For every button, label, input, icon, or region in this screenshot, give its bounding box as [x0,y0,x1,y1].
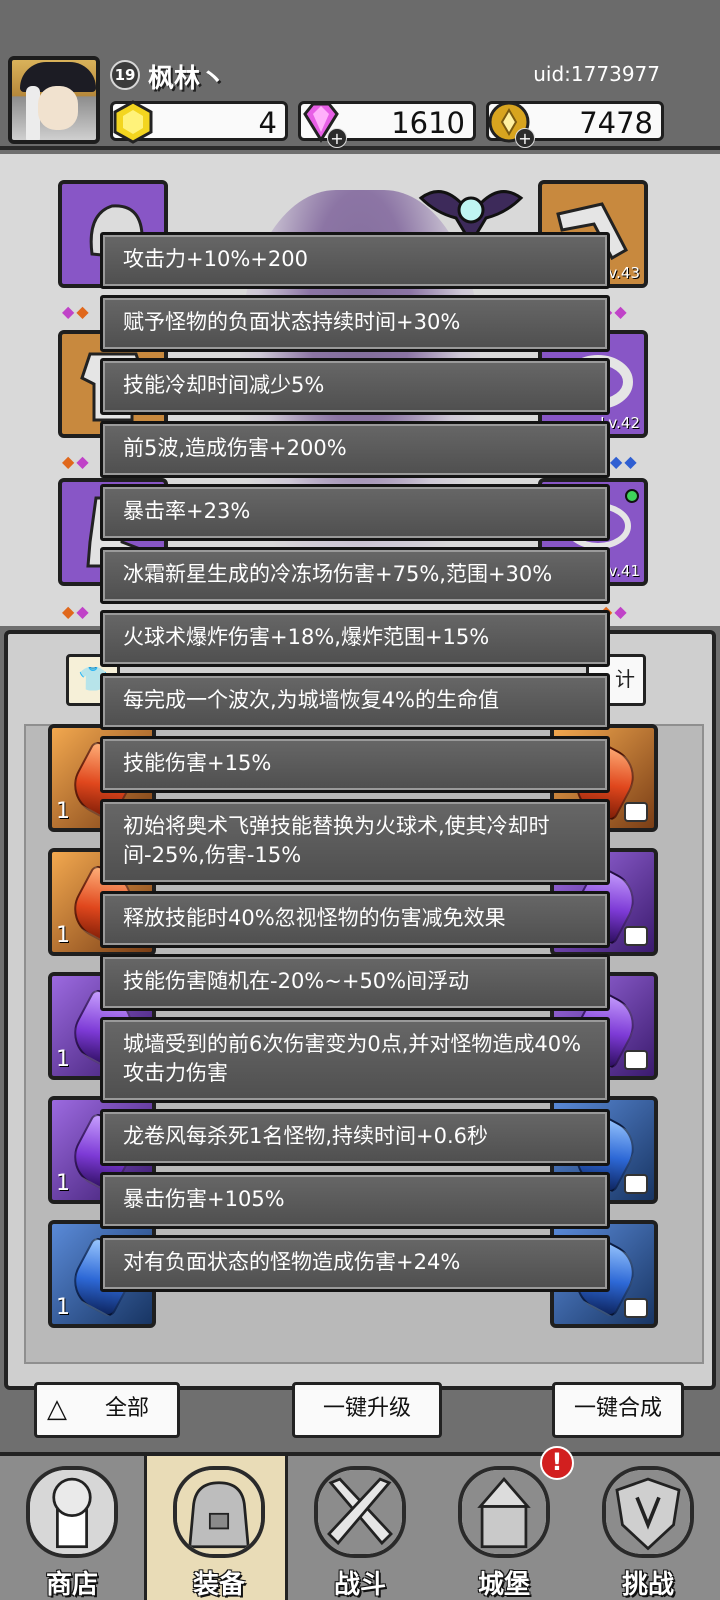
challenge-shield-icon [602,1466,694,1558]
gold-gem-value: 4 [258,106,277,140]
gem-sockets: ◆◆ [62,452,91,471]
nav-battle-label: 战斗 [333,1570,386,1600]
item-count: 1 [56,1171,70,1196]
currency-coin: + 7478 [486,101,664,148]
filter-label: 全部 [104,1396,149,1421]
affix-line: 每完成一个波次,为城墙恢复4%的生命值 [100,673,610,730]
filter-all-button[interactable]: △ 全部 [34,1382,180,1438]
top-header: 19 枫林丶 uid:1773977 4 + 1610 + 7478 [0,0,720,150]
ring-type-icon [624,926,648,946]
nav-battle[interactable]: 战斗 [288,1456,432,1600]
item-count: 1 [56,923,70,948]
ring-type-icon [624,802,648,822]
equipment-bag-icon [173,1466,265,1558]
nav-castle-label: 城堡 [477,1570,530,1600]
diamond-value: 1610 [391,106,465,140]
armor-type-icon [624,1174,648,1194]
item-count: 1 [56,799,70,824]
affix-tooltip-list: 攻击力+10%+200 赋予怪物的负面状态持续时间+30% 技能冷却时间减少5%… [100,232,610,1292]
merge-label: 一键合成 [573,1396,662,1421]
bottom-nav: 商店 装备 战斗 ! 城堡 挑战 [0,1446,720,1600]
necklace-type-icon [624,1050,648,1070]
affix-line: 城墙受到的前6次伤害变为0点,并对怪物造成40%攻击力伤害 [100,1017,610,1103]
gem-sockets: ◆◆ [610,452,639,471]
nav-equipment[interactable]: 装备 [144,1456,288,1600]
coin-add-button[interactable]: + [515,128,535,148]
item-count: 1 [56,1295,70,1320]
one-click-merge-button[interactable]: 一键合成 [552,1382,684,1438]
affix-line: 龙卷风每杀死1名怪物,持续时间+0.6秒 [100,1109,610,1166]
affix-line: 初始将奥术飞弹技能替换为火球术,使其冷却时间-25%,伤害-15% [100,799,610,885]
player-avatar[interactable] [8,56,100,144]
affix-line: 技能伤害+15% [100,736,610,793]
nav-shop-label: 商店 [45,1570,98,1600]
ring-type-icon [624,1298,648,1318]
affix-line: 释放技能时40%忽视怪物的伤害减免效果 [100,891,610,948]
affix-line: 赋予怪物的负面状态持续时间+30% [100,295,610,352]
nav-challenge[interactable]: 挑战 [576,1456,720,1600]
castle-icon [458,1466,550,1558]
player-level-badge: 19 [110,60,140,90]
affix-line: 暴击率+23% [100,484,610,541]
affix-line: 前5波,造成伤害+200% [100,421,610,478]
currency-gold-gem: 4 [110,100,288,144]
affix-line: 冰霜新星生成的冷冻场伤害+75%,范围+30% [100,547,610,604]
castle-alert-badge: ! [540,1446,574,1480]
stats-tab-label: 计 [615,667,635,691]
currency-diamond: + 1610 [298,101,476,148]
affix-line: 火球术爆炸伤害+18%,爆炸范围+15% [100,610,610,667]
crossed-swords-icon [314,1466,406,1558]
affix-line: 攻击力+10%+200 [100,232,610,289]
nav-shop[interactable]: 商店 [0,1456,144,1600]
affix-line: 对有负面状态的怪物造成伤害+24% [100,1235,610,1292]
avatar-face [38,86,78,130]
item-count: 1 [56,1047,70,1072]
nav-challenge-label: 挑战 [621,1570,674,1600]
player-name: 枫林丶 [148,64,227,94]
affix-line: 技能伤害随机在-20%~+50%间浮动 [100,954,610,1011]
shop-icon [26,1466,118,1558]
player-uid: uid:1773977 [533,62,660,86]
diamond-add-button[interactable]: + [327,128,347,148]
up-arrow-icon: △ [47,1394,67,1424]
coin-value: 7478 [579,106,653,140]
affix-line: 暴击伤害+105% [100,1172,610,1229]
nav-equipment-label: 装备 [192,1570,245,1600]
affix-line: 技能冷却时间减少5% [100,358,610,415]
yellow-gem-icon [113,100,153,144]
gem-sockets: ◆◆ [62,302,91,321]
nav-castle[interactable]: ! 城堡 [432,1446,576,1600]
gem-sockets: ◆◆ [62,602,91,621]
one-click-upgrade-button[interactable]: 一键升级 [292,1382,442,1438]
upgrade-label: 一键升级 [322,1396,411,1421]
